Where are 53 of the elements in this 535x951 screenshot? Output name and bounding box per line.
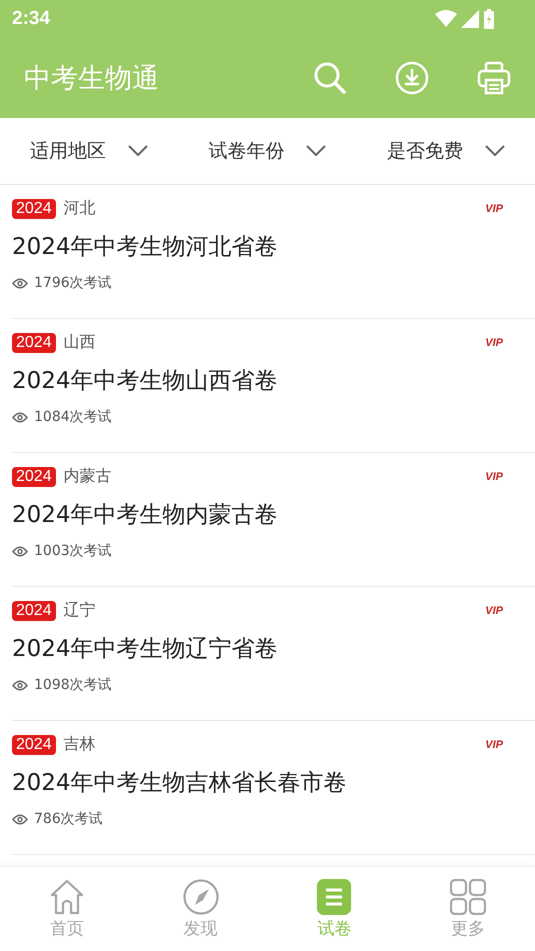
paper-item[interactable]: 2024 辽宁 VIP 2024年中考生物辽宁省卷 1098次考试 — [12, 587, 535, 721]
eye-icon — [12, 278, 28, 288]
document-icon — [316, 878, 352, 914]
vip-label: VIP — [485, 738, 503, 750]
year-badge: 2024 — [12, 332, 56, 352]
region-label: 吉林 — [64, 734, 97, 755]
house-icon — [48, 878, 85, 914]
grid-icon — [450, 878, 486, 914]
download-icon[interactable] — [395, 60, 429, 94]
year-badge: 2024 — [12, 198, 56, 218]
eye-icon — [12, 412, 28, 422]
chevron-down-icon — [306, 145, 326, 157]
battery-icon — [483, 8, 495, 28]
search-icon[interactable] — [313, 60, 347, 94]
paper-item[interactable]: 2024 内蒙古 VIP 2024年中考生物内蒙古卷 1003次考试 — [12, 453, 535, 587]
eye-icon — [12, 814, 28, 824]
status-time: 2:34 — [12, 8, 50, 30]
filter-dropdown[interactable]: 适用地区 — [0, 138, 178, 164]
year-badge: 2024 — [12, 734, 56, 754]
chevron-down-icon — [128, 145, 148, 157]
region-label: 山西 — [64, 332, 97, 353]
region-label: 辽宁 — [64, 600, 97, 621]
filter-dropdown[interactable]: 是否免费 — [356, 138, 535, 164]
vip-label: VIP — [485, 604, 503, 616]
region-label: 河北 — [64, 198, 97, 219]
paper-title: 2024年中考生物河北省卷 — [12, 233, 279, 262]
exam-count: 1796次考试 — [34, 274, 112, 292]
app-title: 中考生物通 — [24, 62, 160, 96]
vip-label: VIP — [485, 202, 503, 214]
compass-icon — [182, 878, 219, 914]
paper-title: 2024年中考生物内蒙古卷 — [12, 501, 279, 530]
filter-dropdown[interactable]: 试卷年份 — [178, 138, 357, 164]
exam-count: 786次考试 — [34, 810, 103, 828]
region-label: 内蒙古 — [64, 466, 113, 487]
paper-item[interactable]: 2024 吉林 VIP 2024年中考生物吉林省长春市卷 786次考试 — [12, 721, 535, 855]
paper-item[interactable]: 2024 山西 VIP 2024年中考生物山西省卷 1084次考试 — [12, 319, 535, 453]
paper-title: 2024年中考生物吉林省长春市卷 — [12, 769, 348, 798]
signal-icon — [461, 10, 479, 28]
paper-title: 2024年中考生物山西省卷 — [12, 367, 279, 396]
exam-count: 1098次考试 — [34, 676, 112, 694]
vip-label: VIP — [485, 470, 503, 482]
chevron-down-icon — [484, 145, 505, 157]
eye-icon — [12, 680, 28, 690]
vip-label: VIP — [485, 336, 503, 348]
year-badge: 2024 — [12, 466, 56, 486]
paper-title: 2024年中考生物辽宁省卷 — [12, 635, 279, 664]
exam-count: 1084次考试 — [34, 408, 112, 426]
paper-item[interactable]: 2024 河北 VIP 2024年中考生物河北省卷 1796次考试 — [12, 185, 535, 319]
printer-icon[interactable] — [477, 60, 511, 94]
wifi-icon — [435, 10, 457, 27]
eye-icon — [12, 546, 28, 556]
year-badge: 2024 — [12, 600, 56, 620]
exam-count: 1003次考试 — [34, 542, 112, 560]
